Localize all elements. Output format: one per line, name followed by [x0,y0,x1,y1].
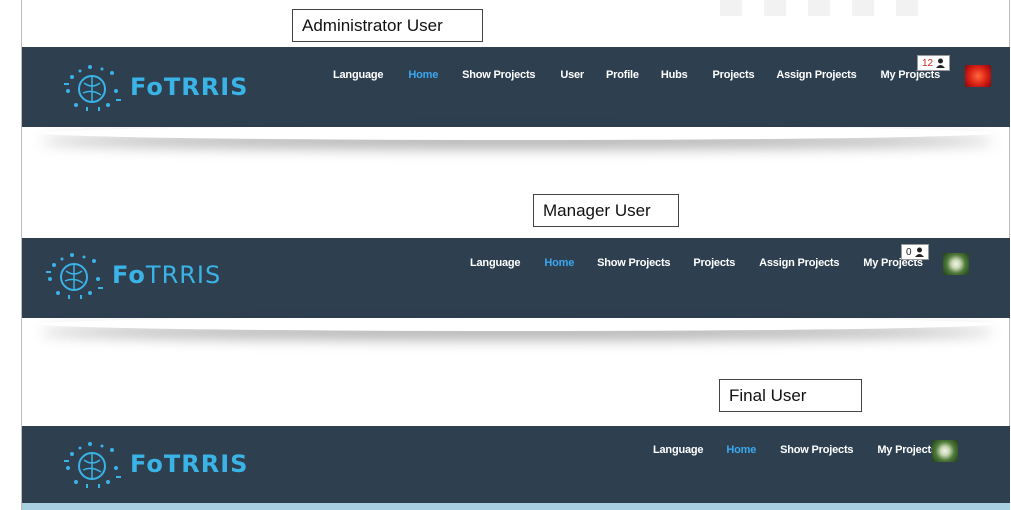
nav-language[interactable]: Language [333,69,384,81]
navbar-manager: FoTRRIS Language Home Show Projects Proj… [22,238,1010,318]
nav-menu-final-user: Language Home Show Projects My Projects [653,444,937,456]
globe-logo-icon [64,65,121,111]
nav-home[interactable]: Home [726,444,756,456]
nav-hubs[interactable]: Hubs [661,69,688,81]
globe-logo-icon [46,253,103,299]
section-label-final-user: Final User [719,379,862,412]
top-decoration [720,0,950,16]
user-icon [936,58,946,68]
section-label-manager: Manager User [533,194,679,227]
nav-profile[interactable]: Profile [606,69,639,81]
nav-home[interactable]: Home [544,257,574,269]
content-area-top [22,503,1010,510]
section-label-administrator: Administrator User [292,9,483,42]
navbar-shadow [40,317,995,331]
notification-badge[interactable]: 12 [917,55,951,71]
globe-logo-icon [64,442,121,488]
nav-user[interactable]: User [560,69,584,81]
notification-count: 12 [922,57,934,69]
nav-projects[interactable]: Projects [693,257,735,269]
user-avatar[interactable] [932,440,958,462]
navbar-final-user: FoTRRIS Language Home Show Projects My P… [22,426,1010,503]
notification-count: 0 [906,246,912,258]
navbar-administrator: FoTRRIS Language Home Show Projects User… [22,47,1010,127]
brand-name: FoTRRIS [130,450,249,478]
navbar-shadow [40,126,995,140]
brand-name: FoTRRIS [130,73,249,101]
fotrris-logo[interactable]: FoTRRIS [44,251,221,299]
nav-my-projects[interactable]: My Projects [877,444,937,456]
nav-language[interactable]: Language [470,257,521,269]
nav-show-projects[interactable]: Show Projects [462,69,535,81]
nav-menu-administrator: Language Home Show Projects User Profile… [333,69,940,81]
user-avatar[interactable] [965,65,991,87]
nav-show-projects[interactable]: Show Projects [597,257,670,269]
nav-language[interactable]: Language [653,444,704,456]
nav-show-projects[interactable]: Show Projects [780,444,853,456]
nav-menu-manager: Language Home Show Projects Projects Ass… [470,257,923,269]
fotrris-logo[interactable]: FoTRRIS [62,63,248,111]
nav-assign-projects[interactable]: Assign Projects [776,69,856,81]
user-avatar[interactable] [943,253,969,275]
nav-home[interactable]: Home [408,69,438,81]
nav-projects[interactable]: Projects [713,69,755,81]
notification-badge[interactable]: 0 [901,244,929,260]
brand-name: FoTRRIS [112,261,222,289]
fotrris-logo[interactable]: FoTRRIS [62,440,248,488]
user-icon [914,247,924,257]
nav-assign-projects[interactable]: Assign Projects [759,257,839,269]
